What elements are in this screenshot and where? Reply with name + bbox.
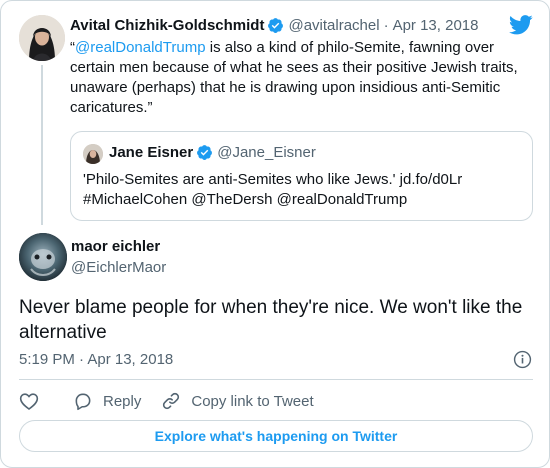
reply-label: Reply bbox=[103, 392, 142, 410]
copy-link-label: Copy link to Tweet bbox=[191, 392, 314, 410]
tweet-actions: Reply Copy link to Tweet bbox=[19, 390, 334, 412]
mention-link[interactable]: @realDonaldTrump bbox=[75, 39, 206, 56]
avatar bbox=[83, 144, 103, 164]
parent-tweet-text: “@realDonaldTrump is also a kind of phil… bbox=[70, 38, 530, 118]
avatar[interactable] bbox=[19, 233, 67, 281]
twitter-bird-icon[interactable] bbox=[509, 15, 533, 35]
thread-connector bbox=[41, 65, 43, 225]
verified-badge-icon bbox=[268, 18, 284, 33]
tweet-embed-card: Avital Chizhik-Goldschmidt @avitalrachel… bbox=[0, 0, 550, 468]
avatar-photo bbox=[83, 144, 103, 164]
author-handle[interactable]: @avitalrachel bbox=[288, 17, 379, 34]
quoted-line: 'Philo-Semites are anti-Semites who like… bbox=[83, 171, 463, 188]
explore-twitter-button[interactable]: Explore what's happening on Twitter bbox=[19, 420, 533, 452]
copy-link-button[interactable]: Copy link to Tweet bbox=[161, 391, 314, 411]
author-handle: @Jane_Eisner bbox=[217, 144, 316, 161]
reply-button[interactable]: Reply bbox=[73, 391, 141, 411]
avatar-photo bbox=[19, 233, 67, 281]
tweet-date[interactable]: Apr 13, 2018 bbox=[393, 17, 479, 34]
reply-icon bbox=[75, 393, 91, 411]
heart-icon bbox=[19, 393, 39, 410]
main-tweet-text: Never blame people for when they're nice… bbox=[19, 297, 523, 343]
info-icon[interactable] bbox=[513, 350, 532, 369]
avatar[interactable] bbox=[19, 15, 65, 61]
parent-tweet-header: Avital Chizhik-Goldschmidt @avitalrachel… bbox=[70, 17, 478, 34]
like-button[interactable] bbox=[19, 391, 39, 411]
explore-label: Explore what's happening on Twitter bbox=[154, 428, 398, 444]
quoted-tweet-header: Jane Eisner @Jane_Eisner bbox=[109, 144, 316, 161]
quoted-tweet-text: 'Philo-Semites are anti-Semites who like… bbox=[83, 170, 523, 210]
divider bbox=[19, 379, 533, 380]
author-name[interactable]: maor eichler bbox=[71, 238, 160, 255]
avatar-photo bbox=[19, 15, 65, 61]
link-icon bbox=[163, 392, 180, 410]
quoted-line: #MichaelCohen @TheDersh @realDonaldTrump bbox=[83, 191, 408, 208]
separator-dot: · bbox=[383, 17, 389, 34]
author-name[interactable]: Avital Chizhik-Goldschmidt bbox=[70, 17, 264, 34]
quoted-tweet[interactable]: Jane Eisner @Jane_Eisner 'Philo-Semites … bbox=[70, 131, 533, 221]
author-handle[interactable]: @EichlerMaor bbox=[71, 259, 166, 276]
tweet-timestamp[interactable]: 5:19 PM · Apr 13, 2018 bbox=[19, 351, 173, 368]
verified-badge-icon bbox=[197, 145, 213, 160]
author-name: Jane Eisner bbox=[109, 144, 194, 161]
